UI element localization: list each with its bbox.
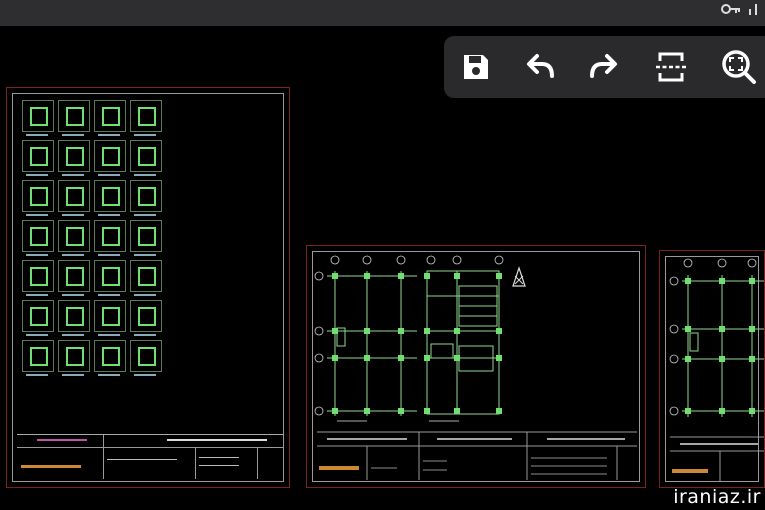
column-detail-caption [26,254,48,256]
column-detail [22,180,54,212]
column-detail [94,100,126,132]
column-detail-caption [134,374,156,376]
floor-plan-drawing [669,258,764,481]
column-detail [58,180,90,212]
title-block [17,434,283,479]
column-detail-caption [98,374,120,376]
signal-icon [747,3,759,15]
zoom-extents-icon [721,49,757,85]
column-detail-caption [98,334,120,336]
column-detail [130,300,162,332]
column-detail-caption [62,334,84,336]
redo-button[interactable] [586,49,622,85]
column-detail-caption [26,214,48,216]
drawing-toolbar [444,36,765,98]
drawing-sheet-plans[interactable] [306,245,646,488]
column-detail [22,300,54,332]
column-detail-caption [98,254,120,256]
column-detail [130,100,162,132]
column-detail-caption [26,334,48,336]
column-detail-caption [134,334,156,336]
column-detail-caption [98,214,120,216]
column-detail-caption [62,214,84,216]
column-detail [58,100,90,132]
watermark: iraniaz.ir [673,486,761,508]
column-detail [94,220,126,252]
column-detail-caption [98,174,120,176]
column-detail [94,300,126,332]
north-arrow-icon [512,266,526,287]
column-detail [22,100,54,132]
column-detail [130,220,162,252]
column-detail-caption [62,254,84,256]
column-detail-caption [134,214,156,216]
column-detail [130,180,162,212]
column-detail [22,140,54,172]
column-detail-caption [26,174,48,176]
column-detail [130,140,162,172]
save-icon [461,52,491,82]
drawing-sheet-plan-partial[interactable] [659,250,765,488]
column-detail [58,260,90,292]
column-detail [22,220,54,252]
column-detail [58,300,90,332]
column-detail-caption [134,294,156,296]
column-detail [58,220,90,252]
column-detail-caption [62,294,84,296]
column-detail [58,340,90,372]
undo-button[interactable] [522,49,558,85]
column-detail-caption [98,294,120,296]
column-detail-caption [62,134,84,136]
zoom-extents-button[interactable] [721,49,757,85]
column-detail-caption [26,294,48,296]
column-detail-caption [98,134,120,136]
column-detail-caption [134,134,156,136]
redo-icon [588,52,620,82]
column-detail-caption [62,174,84,176]
key-icon [721,3,741,15]
column-detail-caption [26,374,48,376]
undo-icon [524,52,556,82]
column-detail-caption [26,134,48,136]
drawing-sheet-columns[interactable] [6,87,290,488]
column-detail [94,260,126,292]
status-bar [0,0,765,26]
column-detail [22,340,54,372]
fit-view-icon [654,51,688,83]
save-button[interactable] [458,49,494,85]
column-detail-caption [62,374,84,376]
column-detail [22,260,54,292]
column-detail [58,140,90,172]
column-detail [94,180,126,212]
column-detail-caption [134,254,156,256]
column-detail [94,340,126,372]
column-detail [94,140,126,172]
column-detail [130,340,162,372]
column-detail-caption [134,174,156,176]
column-detail [130,260,162,292]
fit-view-button[interactable] [653,49,689,85]
floor-plan-drawing [314,255,637,480]
